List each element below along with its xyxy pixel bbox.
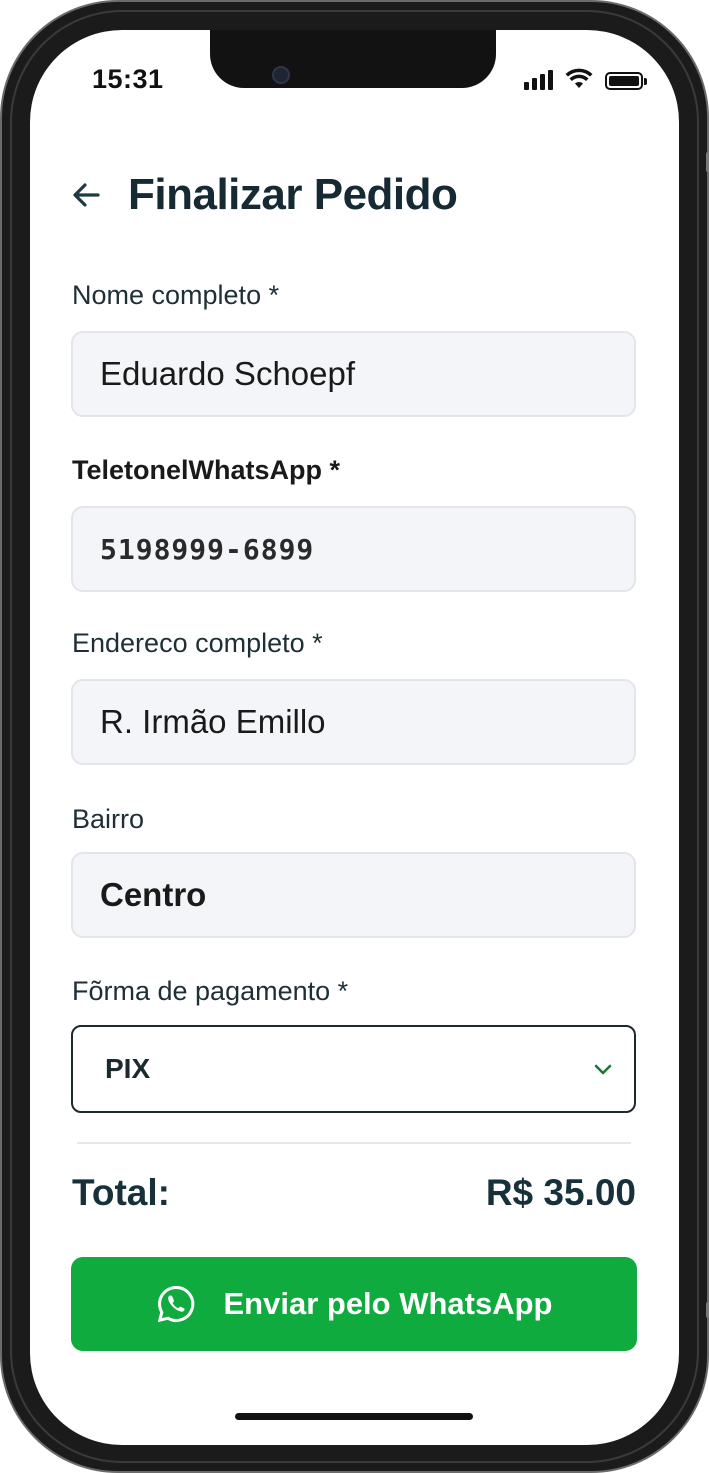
total-value: R$ 35.00 xyxy=(485,1172,636,1213)
home-indicator[interactable] xyxy=(235,1413,473,1420)
divider xyxy=(77,1142,631,1144)
status-time: 15:31 xyxy=(92,64,164,94)
address-input[interactable]: R. Irmão Emillo xyxy=(71,679,636,765)
signal-icon xyxy=(524,68,553,90)
neighborhood-label: Bairro xyxy=(72,804,145,834)
phone-label: TeletonelWhatsApp * xyxy=(72,455,341,485)
send-whatsapp-button[interactable]: Enviar pelo WhatsApp xyxy=(71,1257,637,1351)
neighborhood-input[interactable]: Centro xyxy=(71,852,636,938)
battery-icon xyxy=(605,72,647,90)
payment-select[interactable]: PIX xyxy=(71,1025,636,1113)
arrow-left-icon[interactable] xyxy=(70,179,102,211)
address-label: Endereco completo * xyxy=(72,628,323,658)
phone-frame: 15:31 Finalizar Pedido Nome completo * E… xyxy=(0,0,709,1473)
notch xyxy=(210,30,496,88)
whatsapp-icon xyxy=(157,1285,194,1323)
wifi-icon xyxy=(565,68,593,88)
payment-selected-value: PIX xyxy=(105,1053,151,1084)
total-label: Total: xyxy=(72,1172,170,1213)
front-camera xyxy=(272,66,290,84)
payment-label: Fõrma de pagamento * xyxy=(72,976,349,1006)
status-icons xyxy=(524,68,647,90)
name-label: Nome completo * xyxy=(72,280,280,310)
chevron-down-icon xyxy=(594,1064,612,1075)
page-title: Finalizar Pedido xyxy=(128,170,458,219)
send-button-label: Enviar pelo WhatsApp xyxy=(223,1286,553,1321)
name-input[interactable]: Eduardo Schoepf xyxy=(71,331,636,417)
screen: 15:31 Finalizar Pedido Nome completo * E… xyxy=(30,30,679,1445)
phone-input[interactable]: 5198999-6899 xyxy=(71,506,636,592)
header: Finalizar Pedido xyxy=(70,170,458,220)
